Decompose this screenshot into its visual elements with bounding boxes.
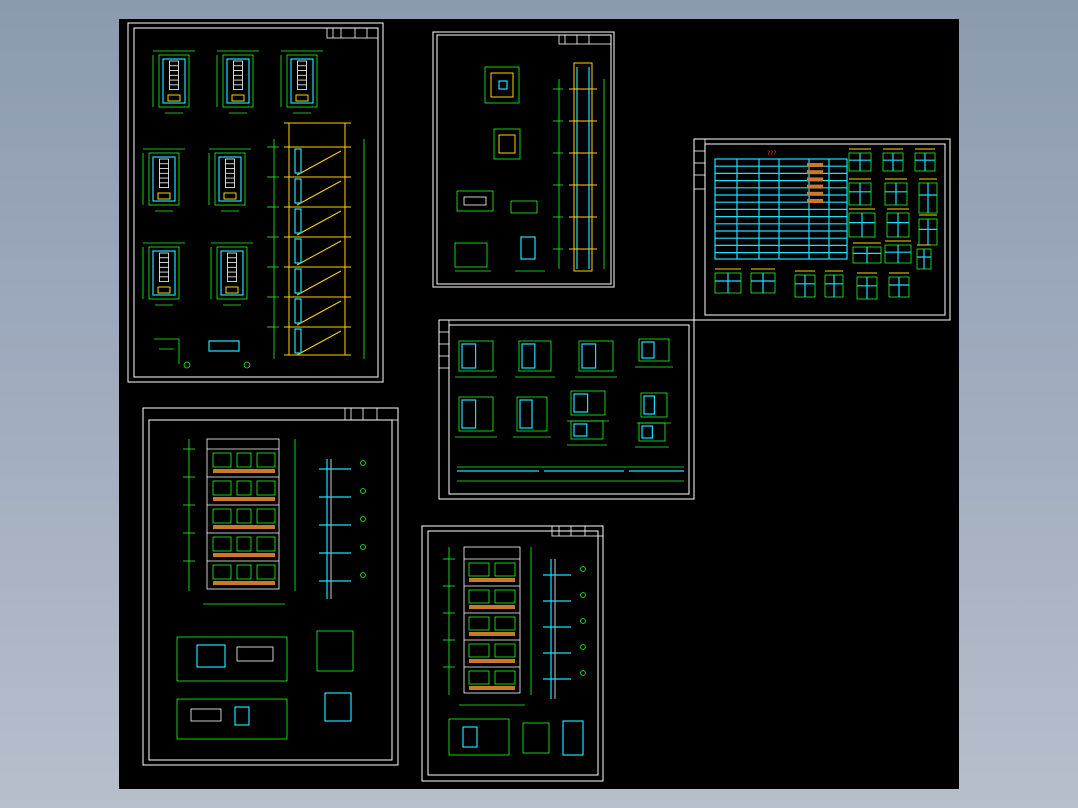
detail-mark [154, 338, 180, 364]
title-block [344, 407, 399, 421]
window-elevation [794, 270, 816, 298]
construction-detail [575, 340, 617, 378]
stair-plan [152, 50, 195, 114]
title-block [558, 34, 612, 45]
construction-detail [513, 396, 551, 438]
stair-plans-and-section-sheet[interactable] [127, 22, 384, 383]
construction-detail [567, 390, 609, 422]
partial-plans [176, 630, 354, 740]
elevator-details-sheet[interactable] [432, 31, 615, 288]
title-block [326, 27, 379, 39]
stair-plan [210, 242, 253, 306]
node-details-sheet[interactable] [438, 319, 695, 500]
stair-section [267, 122, 365, 359]
wall-section [319, 459, 366, 599]
detail-mark [208, 340, 240, 352]
construction-detail [637, 392, 671, 424]
elevator-small-details [454, 190, 545, 272]
window-elevation [856, 272, 878, 300]
cad-drawing-canvas[interactable]: ??? [119, 19, 959, 789]
bottom-details [448, 718, 584, 756]
building-elevation [183, 438, 296, 605]
window-elevation [918, 178, 938, 214]
elevator-pit-plan [484, 66, 521, 160]
construction-detail [635, 338, 673, 368]
window-elevation [888, 272, 910, 298]
stair-plan [142, 148, 185, 212]
window-elevation [714, 268, 742, 294]
window-elevation [916, 244, 932, 270]
window-elevation [884, 240, 912, 264]
window-elevation [882, 148, 904, 172]
construction-detail-group [455, 338, 673, 448]
window-elevation [884, 178, 908, 206]
schedule-title: ??? [767, 150, 777, 157]
window-elevation [852, 242, 882, 264]
title-block [438, 319, 450, 369]
window-elevation [886, 208, 910, 238]
construction-detail [455, 396, 497, 438]
stair-plan [142, 242, 185, 306]
detail-strip [457, 466, 684, 482]
cad-model-space-viewport[interactable]: ??? [119, 19, 959, 789]
elevator-shaft-section [553, 62, 605, 272]
schedule-table [714, 158, 848, 260]
construction-detail [567, 420, 607, 446]
window-elevation [848, 178, 872, 206]
window-elevation [914, 148, 936, 172]
title-block [693, 138, 706, 190]
window-elevation [848, 208, 876, 238]
stair-plan [208, 148, 251, 212]
construction-detail [635, 422, 669, 448]
construction-detail [455, 340, 497, 378]
window-elevation [750, 268, 776, 294]
stair-plan [216, 50, 259, 114]
building-elevation [443, 546, 532, 706]
window-elevation [918, 214, 938, 246]
stair-plan [280, 50, 323, 114]
elevation-section-sheet-b[interactable] [421, 525, 604, 782]
elevation-section-sheet-a[interactable] [142, 407, 399, 766]
detail-callout [243, 361, 251, 369]
detail-callout [183, 361, 191, 369]
wall-section [543, 559, 586, 699]
construction-detail [515, 340, 555, 378]
door-window-schedule-sheet[interactable]: ??? [693, 138, 951, 321]
window-elevation [824, 270, 844, 298]
window-elevation [848, 148, 872, 172]
